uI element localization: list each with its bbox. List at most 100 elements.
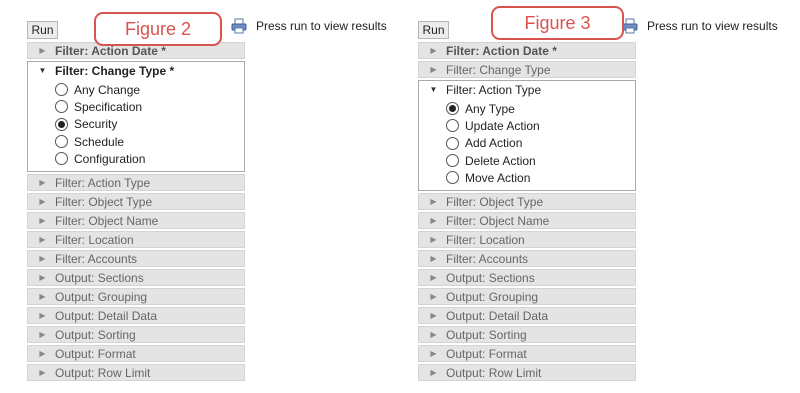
accordion-section-filter-change-type: ▼ Filter: Change Type * Any Change Specific… (27, 61, 245, 173)
radio-button[interactable] (55, 83, 68, 97)
chevron-right-icon: ▶ (430, 311, 437, 321)
accordion-row-output-format[interactable]: ▶ Output: Format (27, 345, 245, 363)
chevron-right-icon: ▶ (39, 349, 46, 359)
accordion-row-label: Filter: Change Type (446, 62, 551, 77)
run-button[interactable]: Run (418, 21, 449, 39)
radio-group: Any Type Update Action Add Action Delete Ac… (419, 98, 635, 190)
radio-option-any-change[interactable]: Any Change (55, 81, 244, 98)
radio-button[interactable] (446, 136, 459, 150)
accordion-row-output-sections[interactable]: ▶ Output: Sections (418, 269, 636, 287)
chevron-right-icon: ▶ (39, 216, 46, 226)
chevron-right-icon: ▶ (39, 46, 46, 55)
chevron-right-icon: ▶ (39, 235, 46, 245)
accordion-row-label: Filter: Action Date * (446, 43, 557, 58)
accordion-row-output-row-limit[interactable]: ▶ Output: Row Limit (27, 364, 245, 382)
accordion-row-label: Output: Sections (446, 270, 535, 285)
accordion-row-label: Filter: Action Type (55, 175, 151, 190)
chevron-right-icon: ▶ (39, 311, 46, 321)
radio-option-specification[interactable]: Specification (55, 98, 244, 115)
chevron-right-icon: ▶ (430, 292, 437, 302)
radio-option-label: Delete Action (465, 153, 536, 168)
accordion-row-label: Output: Grouping (446, 289, 539, 304)
radio-option-any-type[interactable]: Any Type (446, 100, 635, 117)
chevron-right-icon: ▶ (430, 330, 437, 340)
accordion-header-filter-change-type[interactable]: ▼ Filter: Change Type * (28, 62, 244, 79)
accordion-row-output-grouping[interactable]: ▶ Output: Grouping (418, 288, 636, 306)
radio-option-move-action[interactable]: Move Action (446, 169, 635, 186)
accordion-row-label: Filter: Object Name (446, 213, 550, 228)
radio-option-label: Schedule (74, 134, 125, 149)
accordion-row-label: Filter: Location (55, 232, 134, 247)
accordion-row-output-grouping[interactable]: ▶ Output: Grouping (27, 288, 245, 306)
radio-group: Any Change Specification Security Schedule C… (28, 79, 244, 171)
radio-option-update-action[interactable]: Update Action (446, 117, 635, 134)
accordion-row-label: Filter: Accounts (55, 251, 138, 266)
figure-annotation-label: Figure 2 (94, 12, 222, 46)
accordion-row-filter-accounts[interactable]: ▶ Filter: Accounts (418, 250, 636, 268)
chevron-right-icon: ▶ (39, 254, 46, 264)
accordion-section-filter-action-type: ▼ Filter: Action Type Any Type Update Actio… (418, 80, 636, 192)
chevron-right-icon: ▶ (430, 368, 437, 378)
printer-icon[interactable] (231, 18, 247, 34)
radio-button[interactable] (446, 119, 459, 133)
accordion-row-label: Filter: Accounts (446, 251, 529, 266)
accordion-row-output-detail-data[interactable]: ▶ Output: Detail Data (418, 307, 636, 325)
accordion-row-filter-object-type[interactable]: ▶ Filter: Object Type (27, 193, 245, 211)
radio-option-configuration[interactable]: Configuration (55, 150, 244, 167)
radio-option-delete-action[interactable]: Delete Action (446, 152, 635, 169)
filter-output-accordion: ▶ Filter: Action Date * ▶ Filter: Change Ty… (418, 42, 636, 383)
accordion-row-output-sorting[interactable]: ▶ Output: Sorting (27, 326, 245, 344)
radio-button[interactable] (55, 117, 68, 131)
chevron-down-icon: ▼ (38, 66, 47, 75)
accordion-row-label: Output: Grouping (55, 289, 148, 304)
radio-option-label: Update Action (465, 118, 540, 133)
accordion-row-filter-change-type[interactable]: ▶ Filter: Change Type (418, 61, 636, 78)
chevron-right-icon: ▶ (39, 368, 46, 378)
accordion-row-filter-action-type[interactable]: ▶ Filter: Action Type (27, 174, 245, 192)
figure-annotation-label: Figure 3 (491, 6, 624, 40)
accordion-row-output-row-limit[interactable]: ▶ Output: Row Limit (418, 364, 636, 382)
chevron-right-icon: ▶ (430, 197, 437, 207)
radio-button[interactable] (55, 152, 68, 166)
accordion-header-label: Filter: Change Type * (55, 63, 175, 78)
status-message: Press run to view results (256, 19, 387, 33)
accordion-row-label: Output: Sorting (446, 327, 527, 342)
chevron-down-icon: ▼ (429, 85, 438, 94)
accordion-row-filter-location[interactable]: ▶ Filter: Location (418, 231, 636, 249)
chevron-right-icon: ▶ (430, 349, 437, 359)
accordion-row-filter-object-name[interactable]: ▶ Filter: Object Name (418, 212, 636, 230)
accordion-row-output-format[interactable]: ▶ Output: Format (418, 345, 636, 363)
radio-button[interactable] (446, 102, 459, 116)
accordion-row-label: Filter: Object Type (55, 194, 153, 209)
accordion-row-filter-location[interactable]: ▶ Filter: Location (27, 231, 245, 249)
run-button[interactable]: Run (27, 21, 58, 39)
accordion-row-output-sections[interactable]: ▶ Output: Sections (27, 269, 245, 287)
filter-output-accordion: ▶ Filter: Action Date * ▼ Filter: Change Ty… (27, 42, 245, 383)
radio-option-add-action[interactable]: Add Action (446, 135, 635, 152)
radio-button[interactable] (55, 100, 68, 114)
accordion-row-label: Output: Detail Data (55, 308, 158, 323)
accordion-row-filter-accounts[interactable]: ▶ Filter: Accounts (27, 250, 245, 268)
radio-option-security[interactable]: Security (55, 116, 244, 133)
accordion-row-label: Output: Sections (55, 270, 144, 285)
accordion-header-label: Filter: Action Type (446, 82, 542, 97)
radio-option-schedule[interactable]: Schedule (55, 133, 244, 150)
chevron-right-icon: ▶ (39, 178, 46, 188)
accordion-row-filter-action-date[interactable]: ▶ Filter: Action Date * (418, 42, 636, 59)
chevron-right-icon: ▶ (39, 273, 46, 283)
chevron-right-icon: ▶ (39, 197, 46, 207)
accordion-row-filter-object-type[interactable]: ▶ Filter: Object Type (418, 193, 636, 211)
accordion-header-filter-action-type[interactable]: ▼ Filter: Action Type (419, 81, 635, 98)
accordion-row-output-sorting[interactable]: ▶ Output: Sorting (418, 326, 636, 344)
radio-button[interactable] (446, 154, 459, 168)
accordion-row-filter-object-name[interactable]: ▶ Filter: Object Name (27, 212, 245, 230)
accordion-row-output-detail-data[interactable]: ▶ Output: Detail Data (27, 307, 245, 325)
radio-option-label: Security (74, 117, 118, 132)
accordion-row-label: Output: Detail Data (446, 308, 549, 323)
chevron-right-icon: ▶ (430, 216, 437, 226)
radio-button[interactable] (55, 135, 68, 149)
printer-icon[interactable] (622, 18, 638, 34)
status-message: Press run to view results (647, 19, 778, 33)
radio-button[interactable] (446, 171, 459, 185)
chevron-right-icon: ▶ (39, 292, 46, 302)
